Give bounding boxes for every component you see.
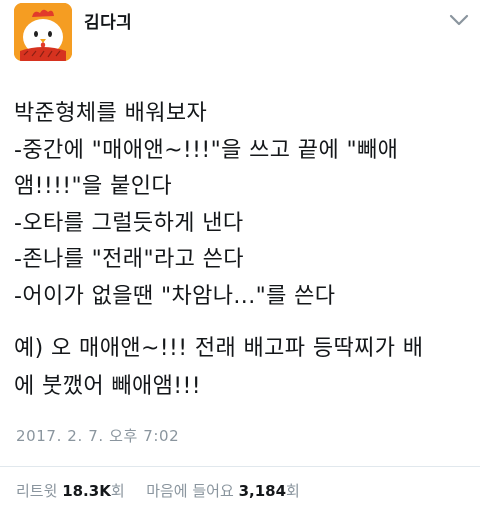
example-line: 에 붓깼어 빼애앰!!! bbox=[14, 374, 201, 399]
like-label: 마음에 들어요 bbox=[146, 482, 234, 500]
tweet-example: 예) 오 매애앤~!!! 전래 배고파 등딱찌가 배 에 붓깼어 빼애앰!!! bbox=[14, 330, 474, 406]
chicken-mascot-icon[interactable] bbox=[14, 3, 72, 61]
chevron-down-icon[interactable] bbox=[448, 12, 470, 28]
tweet-card: 김다긔 박준형체를 배워보자 -중간에 "매애앤~!!!"을 쓰고 끝에 "빼애… bbox=[0, 0, 480, 507]
tweet-stats: 리트윗 18.3K회 마음에 들어요 3,184회 bbox=[16, 480, 300, 501]
like-unit: 회 bbox=[286, 482, 300, 500]
like-stat[interactable]: 마음에 들어요 3,184회 bbox=[146, 482, 300, 500]
author-name[interactable]: 김다긔 bbox=[84, 8, 132, 33]
tweet-line: -오타를 그럴듯하게 낸다 bbox=[14, 210, 244, 236]
tweet-line: 앰!!!!"을 붙인다 bbox=[14, 174, 172, 199]
tweet-line: -중간에 "매애앤~!!!"을 쓰고 끝에 "빼애 bbox=[14, 137, 399, 163]
tweet-header: 김다긔 bbox=[0, 0, 480, 78]
retweet-stat[interactable]: 리트윗 18.3K회 bbox=[16, 482, 129, 500]
retweet-count: 18.3K bbox=[62, 482, 111, 500]
retweet-unit: 회 bbox=[110, 482, 125, 500]
tweet-text: 박준형체를 배워보자 -중간에 "매애앤~!!!"을 쓰고 끝에 "빼애 앰!!… bbox=[14, 96, 474, 315]
example-line: 예) 오 매애앤~!!! 전래 배고파 등딱찌가 배 bbox=[14, 336, 424, 361]
tweet-line: -존나를 "전래"라고 쓴다 bbox=[14, 247, 244, 272]
tweet-timestamp[interactable]: 2017. 2. 7. 오후 7:02 bbox=[16, 425, 179, 446]
tweet-line: -어이가 없을땐 "차암나..."를 쓴다 bbox=[14, 283, 336, 309]
retweet-label: 리트윗 bbox=[16, 482, 58, 500]
divider bbox=[0, 466, 480, 467]
tweet-line: 박준형체를 배워보자 bbox=[14, 101, 208, 126]
like-count: 3,184 bbox=[238, 482, 287, 500]
